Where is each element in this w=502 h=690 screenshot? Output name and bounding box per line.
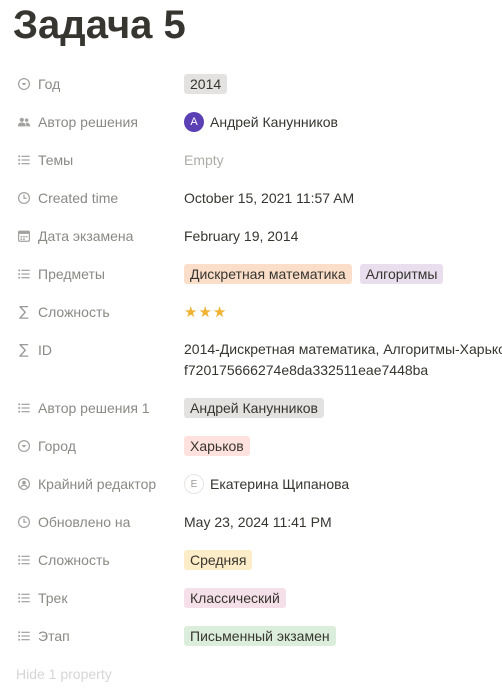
property-value-track[interactable]: Классический — [184, 582, 502, 614]
property-author-1: Автор решения 1 Андрей Канунников — [0, 392, 502, 424]
id-line-1: 2014-Дискретная математика, Алгоритмы-Ха… — [184, 341, 502, 357]
person-name: Андрей Канунников — [210, 114, 338, 130]
property-value-last-editor: E Екатерина Щипанова — [184, 468, 502, 500]
property-value-created-time: October 15, 2021 11:57 AM — [184, 182, 502, 214]
property-value-id: 2014-Дискретная математика, Алгоритмы-Ха… — [184, 339, 502, 381]
label-text: Этап — [38, 628, 70, 644]
empty-placeholder: Empty — [184, 152, 224, 168]
label-text: Трек — [38, 590, 68, 606]
property-city: Город Харьков — [0, 430, 502, 462]
avatar: A — [184, 112, 204, 132]
property-label-year[interactable]: Год — [16, 68, 176, 100]
property-label-topics[interactable]: Темы — [16, 144, 176, 176]
label-text: Сложность — [38, 304, 110, 320]
avatar: E — [184, 474, 204, 494]
property-author: Автор решения A Андрей Канунников — [0, 106, 502, 138]
property-label-exam-date[interactable]: Дата экзамена — [16, 220, 176, 252]
sigma-icon: ∑ — [19, 342, 29, 358]
property-updated: Обновлено на May 23, 2024 11:41 PM — [0, 506, 502, 538]
select-icon — [16, 438, 32, 454]
label-text: Обновлено на — [38, 514, 131, 530]
label-text: Крайний редактор — [38, 476, 157, 492]
property-year: Год 2014 — [0, 68, 502, 100]
hide-property-button[interactable]: Hide 1 property — [0, 658, 502, 690]
property-value-updated: May 23, 2024 11:41 PM — [184, 506, 502, 538]
property-value-year[interactable]: 2014 — [184, 68, 502, 100]
track-tag: Классический — [184, 588, 286, 608]
clock-icon — [16, 190, 32, 206]
date-text: February 19, 2014 — [184, 228, 299, 244]
subject-tag: Алгоритмы — [359, 264, 444, 284]
label-text: Created time — [38, 190, 119, 206]
list-icon — [16, 400, 32, 416]
label-text: Год — [38, 76, 61, 92]
property-label-created-time[interactable]: Created time — [16, 182, 176, 214]
select-icon — [16, 76, 32, 92]
label-text: Сложность — [38, 552, 110, 568]
property-value-topics[interactable]: Empty — [184, 144, 502, 176]
page: Задача 5 Год 2014 Автор решения A Андрей… — [0, 0, 502, 682]
stage-tag: Письменный экзамен — [184, 626, 336, 646]
property-id: ∑ ID 2014-Дискретная математика, Алгорит… — [0, 334, 502, 386]
property-stage: Этап Письменный экзамен — [0, 620, 502, 652]
property-label-author-1[interactable]: Автор решения 1 — [16, 392, 176, 424]
page-title[interactable]: Задача 5 — [13, 2, 186, 48]
property-label-subjects[interactable]: Предметы — [16, 258, 176, 290]
property-track: Трек Классический — [0, 582, 502, 614]
difficulty-tag: Средняя — [184, 550, 253, 570]
calendar-icon — [16, 228, 32, 244]
property-label-id[interactable]: ∑ ID — [16, 334, 176, 366]
property-value-city[interactable]: Харьков — [184, 430, 502, 462]
id-line-2: f720175666274e8da332511eae7448ba — [184, 362, 429, 378]
property-value-difficulty-formula: ★★★ — [184, 296, 502, 328]
label-text: Темы — [38, 152, 74, 168]
property-value-stage[interactable]: Письменный экзамен — [184, 620, 502, 652]
label-text: Предметы — [38, 266, 105, 282]
property-last-editor: Крайний редактор E Екатерина Щипанова — [0, 468, 502, 500]
person-circle-icon — [16, 476, 32, 492]
property-value-difficulty[interactable]: Средняя — [184, 544, 502, 576]
property-value-author[interactable]: A Андрей Канунников — [184, 106, 502, 138]
property-difficulty: Сложность Средняя — [0, 544, 502, 576]
property-topics: Темы Empty — [0, 144, 502, 176]
property-subjects: Предметы Дискретная математика Алгоритмы — [0, 258, 502, 290]
label-text: Автор решения — [38, 114, 138, 130]
property-label-difficulty-formula[interactable]: ∑ Сложность — [16, 296, 176, 328]
author-tag: Андрей Канунников — [184, 398, 324, 418]
property-label-city[interactable]: Город — [16, 430, 176, 462]
property-value-exam-date[interactable]: February 19, 2014 — [184, 220, 502, 252]
property-label-track[interactable]: Трек — [16, 582, 176, 614]
year-tag: 2014 — [184, 74, 228, 94]
property-value-author-1[interactable]: Андрей Канунников — [184, 392, 502, 424]
person-name: Екатерина Щипанова — [210, 476, 350, 492]
list-icon — [16, 266, 32, 282]
property-label-last-editor[interactable]: Крайний редактор — [16, 468, 176, 500]
property-difficulty-formula: ∑ Сложность ★★★ — [0, 296, 502, 328]
list-icon — [16, 628, 32, 644]
datetime-text: May 23, 2024 11:41 PM — [184, 514, 332, 530]
subject-tag: Дискретная математика — [184, 264, 352, 284]
star-rating: ★★★ — [184, 303, 228, 321]
property-label-updated[interactable]: Обновлено на — [16, 506, 176, 538]
property-label-author[interactable]: Автор решения — [16, 106, 176, 138]
clock-icon — [16, 514, 32, 530]
people-icon — [16, 114, 32, 130]
property-exam-date: Дата экзамена February 19, 2014 — [0, 220, 502, 252]
property-created-time: Created time October 15, 2021 11:57 AM — [0, 182, 502, 214]
list-icon — [16, 552, 32, 568]
label-text: Hide 1 property — [16, 666, 112, 682]
list-icon — [16, 152, 32, 168]
hide-property-label: Hide 1 property — [16, 658, 176, 690]
list-icon — [16, 590, 32, 606]
property-value-subjects[interactable]: Дискретная математика Алгоритмы — [184, 258, 502, 290]
property-label-stage[interactable]: Этап — [16, 620, 176, 652]
datetime-text: October 15, 2021 11:57 AM — [184, 190, 355, 206]
sigma-icon: ∑ — [19, 304, 29, 320]
city-tag: Харьков — [184, 436, 250, 456]
label-text: ID — [38, 342, 52, 358]
label-text: Автор решения 1 — [38, 400, 150, 416]
label-text: Дата экзамена — [38, 228, 134, 244]
property-label-difficulty[interactable]: Сложность — [16, 544, 176, 576]
label-text: Город — [38, 438, 76, 454]
